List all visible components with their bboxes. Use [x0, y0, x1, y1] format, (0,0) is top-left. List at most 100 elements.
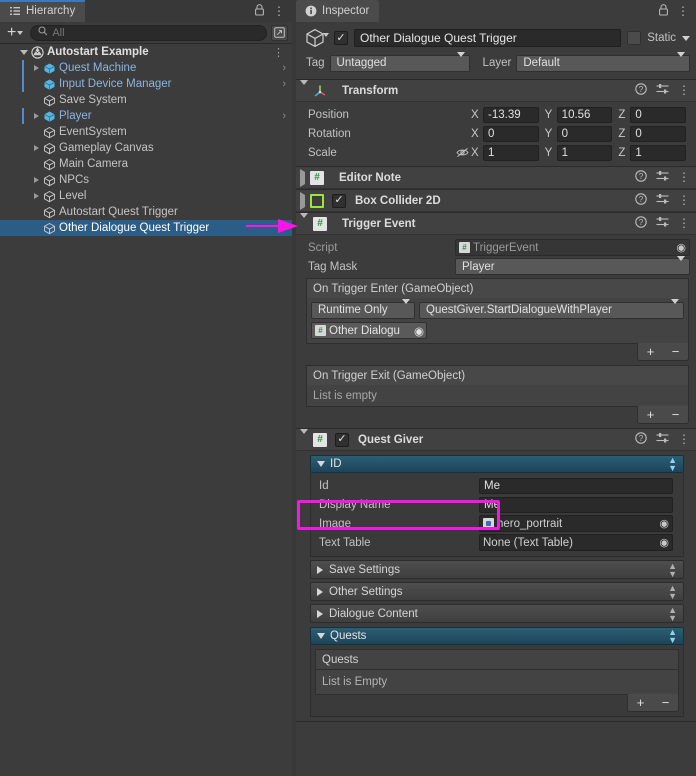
tab-inspector[interactable]: Inspector: [296, 0, 380, 22]
transform-rotation-x[interactable]: 0: [483, 125, 539, 142]
lock-icon[interactable]: [658, 3, 669, 19]
trigger-event-header[interactable]: # Trigger Event ? ⋮: [296, 212, 696, 235]
questgiver-image-object-field[interactable]: hero_portrait ◉: [479, 515, 673, 532]
kebab-menu-icon[interactable]: ⋮: [678, 194, 690, 206]
hierarchy-item-gameplay-canvas[interactable]: Gameplay Canvas: [0, 140, 292, 156]
quests-section-header[interactable]: Quests ▲ ▼: [310, 627, 684, 645]
event-target-object-field[interactable]: # Other Dialogu ◉: [311, 322, 427, 339]
object-picker-icon[interactable]: ◉: [676, 241, 686, 254]
section-header-other-settings[interactable]: Other Settings ▲ ▼: [310, 582, 684, 601]
transform-position-z[interactable]: 0: [630, 106, 687, 123]
reorder-handle-icon[interactable]: ▲ ▼: [668, 605, 677, 622]
help-icon[interactable]: ?: [635, 193, 647, 208]
editor-note-foldout-toggle[interactable]: [300, 168, 305, 187]
item-foldout-toggle[interactable]: [30, 65, 42, 71]
item-foldout-toggle[interactable]: [30, 113, 42, 119]
reorder-handle-icon[interactable]: ▲ ▼: [668, 561, 677, 578]
hierarchy-item-eventsystem[interactable]: EventSystem: [0, 124, 292, 140]
reorder-handle-icon[interactable]: ▲ ▼: [668, 628, 677, 645]
gameobject-enabled-checkbox[interactable]: ✓: [334, 31, 348, 45]
hierarchy-item-player[interactable]: Player ›: [0, 108, 292, 124]
quest-giver-header[interactable]: # ✓ Quest Giver ? ⋮: [296, 428, 696, 451]
hierarchy-tree[interactable]: Autostart Example ⋮ Quest Machine › Input …: [0, 44, 292, 776]
help-icon[interactable]: ?: [635, 83, 647, 98]
on-trigger-enter-add-remove[interactable]: + −: [637, 343, 689, 361]
id-section-header[interactable]: ID ▲ ▼: [310, 455, 684, 473]
remove-button[interactable]: −: [672, 345, 680, 358]
help-icon[interactable]: ?: [635, 216, 647, 231]
reorder-handle-icon[interactable]: ▲ ▼: [668, 456, 677, 473]
kebab-menu-icon[interactable]: ⋮: [678, 171, 690, 183]
help-icon[interactable]: ?: [635, 170, 647, 185]
search-input[interactable]: All: [30, 24, 267, 41]
questgiver-text-table-object-field[interactable]: None (Text Table) ◉: [479, 534, 673, 551]
box-collider-enabled-checkbox[interactable]: ✓: [332, 193, 346, 208]
object-picker-icon[interactable]: ◉: [659, 536, 669, 549]
create-gameobject-button[interactable]: +: [4, 24, 26, 40]
static-chevron-down-icon[interactable]: [682, 35, 690, 41]
object-picker-icon[interactable]: ◉: [659, 517, 669, 530]
box-collider-foldout-toggle[interactable]: [300, 191, 305, 210]
uniform-scale-off-icon[interactable]: [455, 147, 469, 158]
preset-icon[interactable]: [656, 193, 669, 208]
transform-scale-z[interactable]: 1: [630, 144, 687, 161]
tag-dropdown[interactable]: Untagged: [329, 52, 470, 72]
preset-icon[interactable]: [656, 216, 669, 231]
section-header-save-settings[interactable]: Save Settings ▲ ▼: [310, 560, 684, 579]
static-checkbox[interactable]: [627, 31, 642, 45]
on-trigger-exit-add-remove[interactable]: + −: [637, 406, 689, 424]
kebab-menu-icon[interactable]: ⋮: [273, 5, 285, 17]
preset-icon[interactable]: [656, 170, 669, 185]
prefab-open-chevron-icon[interactable]: ›: [282, 110, 292, 122]
item-foldout-toggle[interactable]: [30, 177, 42, 183]
gameobject-name-field[interactable]: Other Dialogue Quest Trigger: [354, 29, 622, 47]
kebab-menu-icon[interactable]: ⋮: [678, 433, 690, 445]
hierarchy-item-level[interactable]: Level: [0, 188, 292, 204]
quests-add-remove[interactable]: + −: [627, 694, 679, 712]
quest-giver-foldout-toggle[interactable]: [300, 428, 308, 446]
add-button[interactable]: +: [647, 345, 655, 358]
tag-mask-dropdown[interactable]: Player: [455, 255, 690, 275]
section-header-dialogue-content[interactable]: Dialogue Content ▲ ▼: [310, 604, 684, 623]
transform-rotation-y[interactable]: 0: [556, 125, 613, 142]
hierarchy-item-main-camera[interactable]: Main Camera: [0, 156, 292, 172]
item-foldout-toggle[interactable]: [30, 193, 42, 199]
object-picker-icon[interactable]: ◉: [414, 324, 424, 338]
transform-scale-x[interactable]: 1: [483, 144, 539, 161]
editor-note-header[interactable]: # Editor Note ? ⋮: [296, 167, 696, 189]
tab-hierarchy[interactable]: Hierarchy: [0, 0, 86, 22]
hierarchy-item-npcs[interactable]: NPCs: [0, 172, 292, 188]
preset-icon[interactable]: [656, 83, 669, 98]
kebab-menu-icon[interactable]: ⋮: [677, 5, 689, 17]
transform-position-y[interactable]: 10.56: [556, 106, 613, 123]
kebab-menu-icon[interactable]: ⋮: [678, 217, 690, 229]
remove-button[interactable]: −: [672, 408, 680, 421]
layer-dropdown[interactable]: Default: [516, 52, 690, 72]
reorder-handle-icon[interactable]: ▲ ▼: [668, 583, 677, 600]
call-mode-dropdown[interactable]: Runtime Only: [311, 299, 415, 319]
remove-button[interactable]: −: [662, 696, 670, 709]
chevron-down-icon[interactable]: [323, 33, 329, 49]
transform-header[interactable]: Transform ? ⋮: [296, 79, 696, 102]
trigger-event-foldout-toggle[interactable]: [300, 212, 308, 230]
help-icon[interactable]: ?: [635, 432, 647, 447]
hierarchy-item-quest-machine[interactable]: Quest Machine ›: [0, 60, 292, 76]
transform-rotation-z[interactable]: 0: [630, 125, 687, 142]
transform-position-x[interactable]: -13.39: [483, 106, 539, 123]
questgiver-id-input[interactable]: Me: [479, 477, 673, 494]
item-foldout-toggle[interactable]: [30, 145, 42, 151]
quest-giver-enabled-checkbox[interactable]: ✓: [335, 432, 349, 447]
box-collider-header[interactable]: ✓ Box Collider 2D ? ⋮: [296, 190, 696, 212]
hierarchy-root-row[interactable]: Autostart Example ⋮: [0, 44, 292, 60]
root-kebab-menu-icon[interactable]: ⋮: [273, 46, 292, 59]
questgiver-display-name-input[interactable]: Me: [479, 496, 673, 513]
function-dropdown[interactable]: QuestGiver.StartDialogueWithPlayer: [419, 299, 684, 319]
add-button[interactable]: +: [647, 408, 655, 421]
prefab-open-chevron-icon[interactable]: ›: [282, 78, 292, 90]
lock-icon[interactable]: [254, 3, 265, 19]
expand-window-icon[interactable]: [271, 24, 288, 41]
hierarchy-item-input-device-manager[interactable]: Input Device Manager ›: [0, 76, 292, 92]
transform-scale-y[interactable]: 1: [556, 144, 613, 161]
hierarchy-item-save-system[interactable]: Save System: [0, 92, 292, 108]
add-button[interactable]: +: [637, 696, 645, 709]
